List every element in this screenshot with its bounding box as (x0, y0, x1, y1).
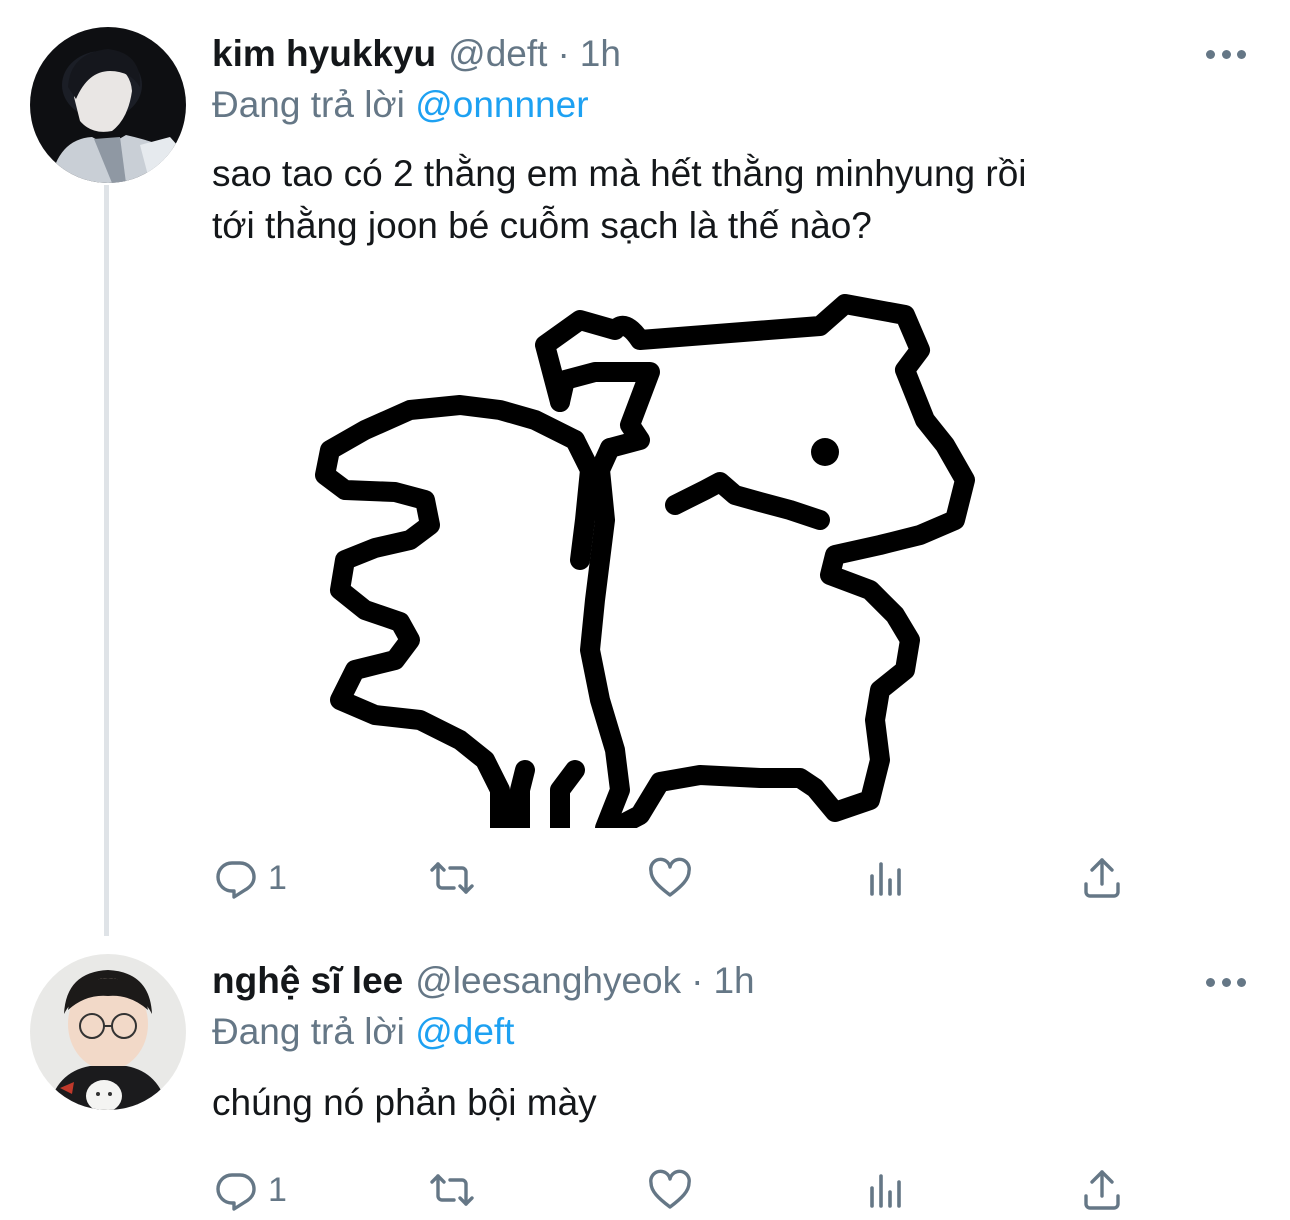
tweet-text-line: tới thằng joon bé cuỗm sạch là thế nào? (212, 205, 872, 246)
replying-to: Đang trả lời @deft (212, 1011, 514, 1053)
tweet[interactable]: nghệ sĩ lee @leesanghyeok · 1h Đang trả … (0, 936, 1290, 1214)
replying-prefix: Đang trả lời (212, 1011, 405, 1052)
analytics-button[interactable] (862, 1160, 910, 1220)
share-icon (1084, 858, 1120, 898)
heart-icon (649, 1169, 691, 1209)
bear-doodle-image (315, 294, 975, 838)
replying-to: Đang trả lời @onnnner (212, 84, 589, 126)
share-button[interactable] (1078, 848, 1126, 908)
username-handle[interactable]: @deft (448, 33, 547, 75)
like-button[interactable] (646, 1160, 694, 1220)
share-icon (1084, 1170, 1120, 1210)
more-icon[interactable] (1206, 44, 1246, 64)
replying-prefix: Đang trả lời (212, 84, 405, 125)
thread-line (104, 185, 109, 936)
display-name[interactable]: kim hyukkyu (212, 33, 436, 75)
reply-button[interactable]: 1 (212, 848, 287, 908)
tweet-text-line: chúng nó phản bội mày (212, 1082, 597, 1123)
retweet-icon (430, 1174, 474, 1206)
tweet-text-line: sao tao có 2 thằng em mà hết thằng minhy… (212, 153, 1027, 194)
analytics-button[interactable] (862, 848, 910, 908)
more-icon[interactable] (1206, 972, 1246, 992)
share-button[interactable] (1078, 1160, 1126, 1220)
retweet-icon (430, 862, 474, 894)
reply-icon (216, 1173, 256, 1211)
tweet-media-image[interactable] (300, 290, 990, 838)
reply-count: 1 (268, 1170, 287, 1209)
display-name[interactable]: nghệ sĩ lee (212, 960, 403, 1002)
tweet-text: sao tao có 2 thằng em mà hết thằng minhy… (212, 148, 1027, 252)
analytics-icon (870, 862, 901, 896)
timestamp[interactable]: 1h (580, 33, 621, 75)
action-bar: 1 (0, 1160, 1290, 1220)
retweet-button[interactable] (428, 1160, 476, 1220)
retweet-button[interactable] (428, 848, 476, 908)
like-button[interactable] (646, 848, 694, 908)
tweet[interactable]: kim hyukkyu @deft · 1h Đang trả lời @onn… (0, 0, 1290, 936)
mention-link[interactable]: @onnnner (415, 84, 588, 125)
reply-icon (216, 861, 256, 899)
username-handle[interactable]: @leesanghyeok (415, 960, 681, 1002)
heart-icon (649, 857, 691, 897)
analytics-icon (870, 1174, 901, 1208)
separator-dot: · (691, 960, 704, 1001)
reply-button[interactable]: 1 (212, 1160, 287, 1220)
tweet-text: chúng nó phản bội mày (212, 1077, 597, 1129)
separator-dot: · (557, 33, 570, 74)
timestamp[interactable]: 1h (713, 960, 754, 1002)
avatar[interactable] (30, 27, 186, 183)
mention-link[interactable]: @deft (415, 1011, 514, 1052)
reply-count: 1 (268, 858, 287, 897)
avatar[interactable] (30, 954, 186, 1110)
action-bar: 1 (0, 848, 1290, 908)
